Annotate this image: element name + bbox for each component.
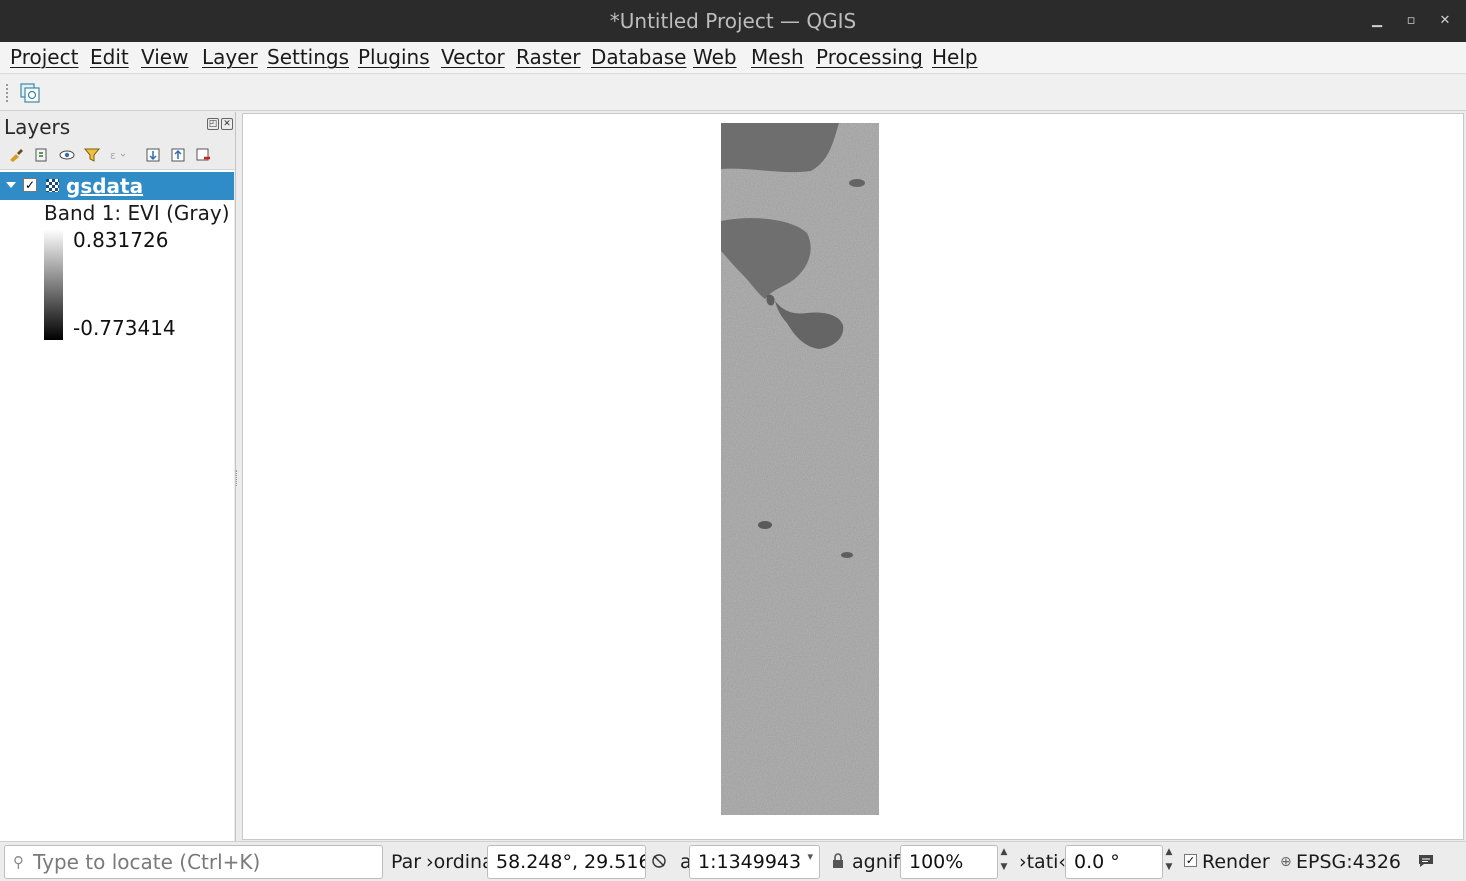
menu-view[interactable]: View bbox=[141, 45, 188, 69]
filter-legend-icon[interactable] bbox=[83, 146, 101, 164]
remove-layer-icon[interactable] bbox=[194, 146, 212, 164]
raster-layer-icon bbox=[46, 179, 59, 192]
menu-raster[interactable]: Raster bbox=[516, 45, 581, 69]
expand-arrow-icon[interactable] bbox=[6, 182, 16, 188]
messages-icon[interactable] bbox=[1417, 853, 1435, 869]
ramp-min-value: -0.773414 bbox=[73, 316, 176, 340]
menu-layer[interactable]: Layer bbox=[202, 45, 258, 69]
render-checkbox[interactable]: ✓ bbox=[1184, 854, 1197, 867]
layers-panel: Layers ◰ ✕ ε ✓ gsdata Band 1: EVI (Gray)… bbox=[0, 112, 236, 841]
layer-tree: ✓ gsdata Band 1: EVI (Gray) 0.831726 -0.… bbox=[0, 169, 234, 841]
close-button[interactable]: ✕ bbox=[1436, 12, 1454, 30]
locator-search-input[interactable]: ⚲ Type to locate (Ctrl+K) bbox=[4, 845, 383, 879]
dropdown-arrow-icon[interactable]: ▾ bbox=[807, 850, 813, 863]
menu-database[interactable]: Database bbox=[591, 45, 686, 69]
search-icon: ⚲ bbox=[13, 853, 24, 871]
band-label: Band 1: EVI (Gray) bbox=[44, 201, 230, 225]
magnifier-spinner[interactable]: ▲ ▼ bbox=[997, 845, 1011, 879]
rotation-field[interactable]: 0.0 ° bbox=[1065, 845, 1163, 879]
layer-name[interactable]: gsdata bbox=[66, 174, 143, 198]
map-canvas[interactable] bbox=[242, 113, 1464, 840]
menu-plugins[interactable]: Plugins bbox=[358, 45, 430, 69]
locator-placeholder: Type to locate (Ctrl+K) bbox=[33, 850, 261, 874]
filter-expression-icon[interactable]: ε bbox=[108, 146, 126, 164]
collapse-all-icon[interactable] bbox=[169, 146, 187, 164]
toolbar-grip[interactable] bbox=[6, 84, 10, 102]
layer-styling-icon[interactable] bbox=[19, 81, 43, 105]
title-bar: *Untitled Project — QGIS ▁ ▫ ✕ bbox=[0, 0, 1466, 42]
close-panel-icon[interactable]: ✕ bbox=[221, 118, 233, 130]
render-label: Render bbox=[1202, 851, 1270, 873]
maximize-button[interactable]: ▫ bbox=[1402, 12, 1420, 30]
status-bar: ⚲ Type to locate (Ctrl+K) Par ›ordina 58… bbox=[0, 841, 1466, 881]
ramp-max-value: 0.831726 bbox=[73, 228, 169, 252]
menu-settings[interactable]: Settings bbox=[267, 45, 349, 69]
menu-vector[interactable]: Vector bbox=[441, 45, 505, 69]
layer-visibility-checkbox[interactable]: ✓ bbox=[23, 178, 37, 192]
gray-color-ramp bbox=[44, 229, 63, 340]
add-group-icon[interactable] bbox=[32, 146, 50, 164]
rotation-spinner[interactable]: ▲ ▼ bbox=[1162, 845, 1176, 879]
coordinate-field[interactable]: 58.248°, 29.516° bbox=[487, 845, 646, 879]
raster-image bbox=[721, 123, 879, 815]
style-manager-icon[interactable] bbox=[7, 146, 25, 164]
coordinate-label: ›ordina bbox=[426, 851, 494, 873]
crs-button[interactable]: EPSG:4326 bbox=[1296, 851, 1401, 873]
extents-toggle-icon[interactable] bbox=[650, 852, 668, 870]
menu-project[interactable]: Project bbox=[10, 45, 78, 69]
menu-mesh[interactable]: Mesh bbox=[751, 45, 804, 69]
coordinate-label-start: Par bbox=[391, 851, 422, 873]
window-title: *Untitled Project — QGIS bbox=[609, 9, 857, 33]
menu-processing[interactable]: Processing bbox=[816, 45, 923, 69]
expand-all-icon[interactable] bbox=[144, 146, 162, 164]
scale-value: 1:1349943 bbox=[698, 851, 802, 873]
panel-splitter[interactable] bbox=[236, 470, 239, 486]
menu-bar: Project Edit View Layer Settings Plugins… bbox=[0, 42, 1466, 74]
minimize-button[interactable]: ▁ bbox=[1368, 12, 1386, 30]
magnifier-field[interactable]: 100% bbox=[900, 845, 998, 879]
svg-text:ε: ε bbox=[110, 149, 116, 162]
crs-globe-icon[interactable]: ⊕ bbox=[1280, 854, 1292, 870]
manage-visibility-icon[interactable] bbox=[58, 146, 76, 164]
layer-row-gsdata[interactable]: ✓ gsdata bbox=[0, 172, 234, 200]
scale-combobox[interactable]: 1:1349943 ▾ bbox=[689, 845, 820, 879]
toolbar bbox=[0, 75, 1466, 111]
menu-help[interactable]: Help bbox=[932, 45, 978, 69]
magnifier-label: agnifi bbox=[852, 851, 905, 873]
menu-web[interactable]: Web bbox=[693, 45, 737, 69]
lock-scale-icon[interactable] bbox=[830, 852, 846, 870]
rotation-label: ›tati‹ bbox=[1019, 851, 1067, 873]
menu-edit[interactable]: Edit bbox=[90, 45, 129, 69]
float-panel-icon[interactable]: ◰ bbox=[207, 118, 219, 130]
layers-panel-title: Layers bbox=[4, 115, 71, 139]
